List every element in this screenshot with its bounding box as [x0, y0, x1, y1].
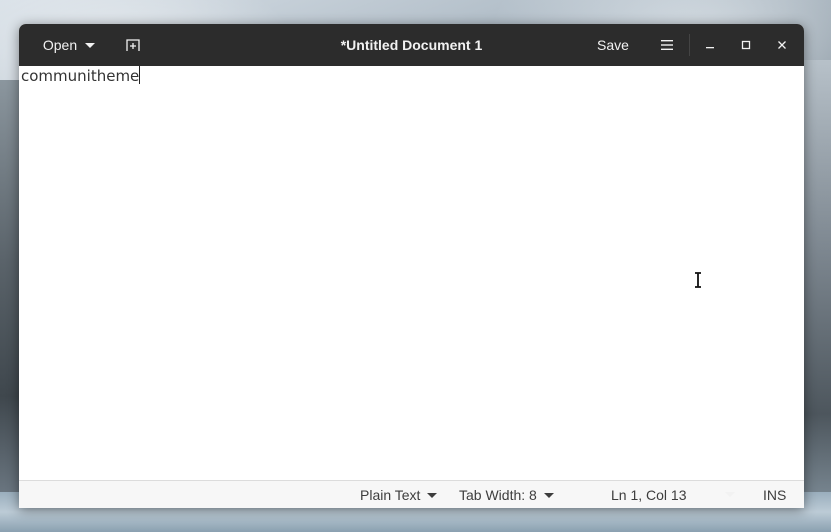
save-button[interactable]: Save	[587, 28, 639, 62]
editor-content-line[interactable]: communitheme	[21, 66, 141, 86]
chevron-down-icon	[427, 492, 438, 498]
text-caret	[139, 66, 141, 84]
cursor-position-label: Ln 1, Col 13	[611, 487, 687, 503]
hamburger-menu-button[interactable]	[651, 28, 683, 62]
ibeam-cursor-icon	[695, 272, 701, 288]
headerbar-separator	[689, 34, 690, 56]
editor-text: communitheme	[21, 67, 140, 85]
insert-mode-label: INS	[763, 487, 787, 503]
minimize-button[interactable]	[697, 28, 723, 62]
open-button-label: Open	[42, 37, 78, 53]
text-editor-window: Open *Untitled Document 1 Save communith…	[19, 24, 804, 508]
statusbar: Plain Text Tab Width: 8 Ln 1, Col 13 INS	[19, 480, 804, 508]
text-editor-area[interactable]: communitheme	[19, 66, 804, 480]
hamburger-menu-icon	[661, 40, 673, 50]
new-tab-icon	[126, 39, 140, 51]
desktop-background: Open *Untitled Document 1 Save communith…	[0, 0, 831, 532]
close-icon	[778, 41, 786, 49]
language-label: Plain Text	[360, 487, 421, 503]
tab-width-selector[interactable]: Tab Width: 8	[459, 481, 554, 508]
maximize-icon	[741, 40, 751, 50]
new-tab-button[interactable]	[117, 28, 149, 62]
insert-mode-indicator[interactable]: INS	[763, 481, 786, 508]
tab-width-label: Tab Width: 8	[459, 487, 537, 503]
language-selector[interactable]: Plain Text	[360, 481, 438, 508]
chevron-down-icon	[85, 42, 96, 48]
open-button[interactable]: Open	[31, 28, 107, 62]
close-button[interactable]	[769, 28, 795, 62]
chevron-down-icon	[543, 492, 554, 498]
chevron-down-icon[interactable]	[725, 492, 735, 497]
cursor-position-selector[interactable]: Ln 1, Col 13	[611, 481, 687, 508]
maximize-button[interactable]	[733, 28, 759, 62]
minimize-icon	[706, 47, 714, 49]
save-button-label: Save	[597, 37, 629, 53]
headerbar: Open *Untitled Document 1 Save	[19, 24, 804, 66]
